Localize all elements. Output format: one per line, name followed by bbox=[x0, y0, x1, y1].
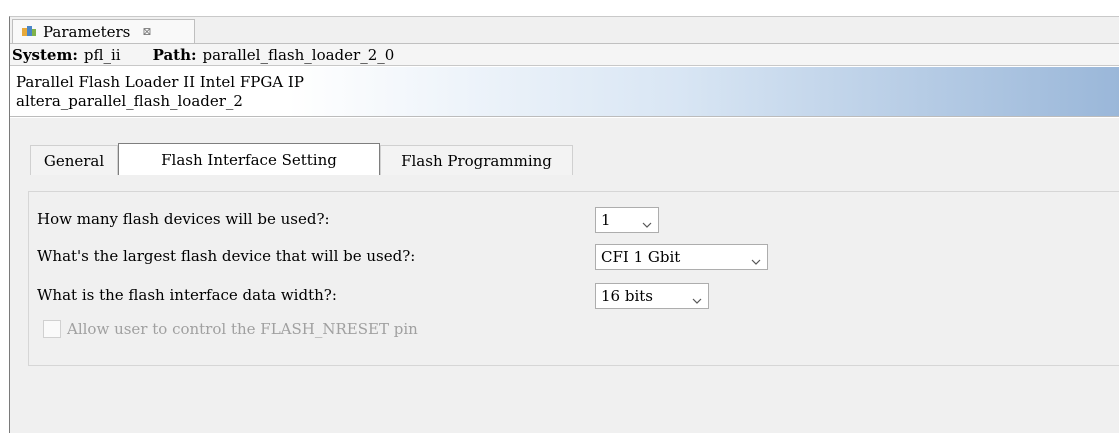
largest-device-select[interactable]: CFI 1 Gbit bbox=[595, 244, 768, 270]
devices-count-value: 1 bbox=[601, 211, 611, 229]
tab-flash-programming[interactable]: Flash Programming bbox=[380, 145, 573, 175]
parameters-icon bbox=[21, 25, 37, 39]
chevron-down-icon bbox=[751, 252, 761, 265]
flash-nreset-option: Allow user to control the FLASH_NRESET p… bbox=[43, 320, 418, 338]
ip-name: Parallel Flash Loader II Intel FPGA IP bbox=[16, 73, 304, 91]
close-icon[interactable]: ⊠ bbox=[142, 25, 151, 38]
tab-flash-interface-setting[interactable]: Flash Interface Setting bbox=[118, 143, 380, 175]
path-label: Path: bbox=[152, 45, 197, 64]
chevron-down-icon bbox=[642, 215, 652, 228]
chevron-down-icon bbox=[692, 291, 702, 304]
data-width-label: What is the flash interface data width?: bbox=[37, 286, 337, 304]
ip-header: Parallel Flash Loader II Intel FPGA IP a… bbox=[10, 67, 1119, 117]
devices-count-label: How many flash devices will be used?: bbox=[37, 210, 330, 228]
data-width-select[interactable]: 16 bits bbox=[595, 283, 709, 309]
largest-device-value: CFI 1 Gbit bbox=[601, 248, 681, 266]
flash-nreset-label: Allow user to control the FLASH_NRESET p… bbox=[67, 320, 418, 338]
devices-count-select[interactable]: 1 bbox=[595, 207, 659, 233]
largest-device-label: What's the largest flash device that wil… bbox=[37, 247, 416, 265]
view-tab-title: Parameters bbox=[43, 22, 131, 41]
flash-nreset-checkbox[interactable] bbox=[43, 320, 61, 338]
parameters-view-tab[interactable]: Parameters ⊠ bbox=[12, 19, 195, 43]
system-path-bar: System: pfl_ii Path: parallel_flash_load… bbox=[10, 44, 1119, 66]
ip-id: altera_parallel_flash_loader_2 bbox=[16, 92, 243, 110]
system-label: System: bbox=[12, 45, 78, 64]
tab-general[interactable]: General bbox=[30, 145, 118, 175]
system-value: pfl_ii bbox=[83, 45, 121, 64]
top-strip bbox=[0, 0, 1119, 16]
path-value: parallel_flash_loader_2_0 bbox=[202, 45, 395, 64]
view-tab-bar: Parameters ⊠ bbox=[10, 17, 1119, 44]
data-width-value: 16 bits bbox=[601, 287, 653, 305]
